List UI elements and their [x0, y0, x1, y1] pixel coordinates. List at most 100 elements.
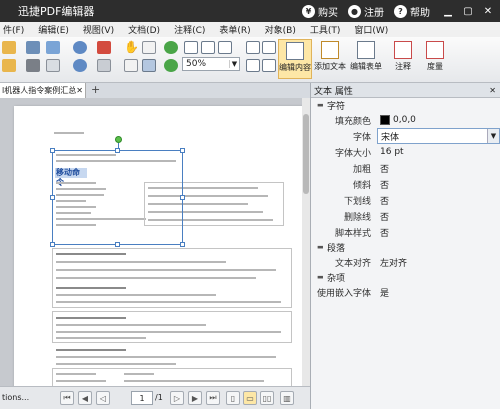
- chevron-down-icon[interactable]: ▼: [487, 129, 499, 143]
- menu-window[interactable]: 窗口(W): [354, 23, 388, 36]
- close-button[interactable]: ✕: [480, 3, 496, 19]
- document-tab-strip: l机器人指令案例汇总 ✕ +: [0, 83, 310, 98]
- facing-view-icon[interactable]: ▯▯: [260, 391, 274, 405]
- select-area-icon[interactable]: [142, 41, 156, 54]
- redo-icon[interactable]: [73, 59, 87, 72]
- email-icon[interactable]: [46, 41, 60, 54]
- resize-handle[interactable]: [50, 148, 55, 153]
- register-link[interactable]: ● 注册: [348, 4, 384, 19]
- resize-handle[interactable]: [50, 195, 55, 200]
- scrollbar-thumb[interactable]: [303, 114, 309, 194]
- selection-box[interactable]: [50, 148, 185, 247]
- zoom-select[interactable]: 50% ▼: [182, 57, 240, 71]
- section-misc[interactable]: ▬ 杂项: [311, 270, 500, 284]
- prop-font[interactable]: 字体 宋体 ▼: [311, 128, 500, 144]
- menu-view[interactable]: 视图(V): [83, 23, 114, 36]
- prev-view-icon[interactable]: ◁: [96, 391, 110, 405]
- copy-icon[interactable]: [97, 59, 111, 72]
- open-folder-icon[interactable]: [2, 41, 16, 54]
- menu-bar: 件(F) 编辑(E) 视图(V) 文档(D) 注释(C) 表单(R) 对象(B)…: [0, 22, 500, 37]
- next-view-icon[interactable]: ▷: [170, 391, 184, 405]
- prop-fill-color[interactable]: 填充颜色 0,0,0: [311, 112, 500, 128]
- color-swatch[interactable]: [380, 115, 390, 125]
- menu-object[interactable]: 对象(B): [265, 23, 296, 36]
- snapshot-icon[interactable]: [142, 59, 156, 72]
- prop-bold[interactable]: 加粗否: [311, 160, 500, 176]
- add-tab-icon[interactable]: +: [91, 83, 100, 96]
- pin-icon[interactable]: ✕: [489, 86, 496, 95]
- close-tab-icon[interactable]: ✕: [76, 86, 85, 95]
- text-line: [54, 132, 84, 134]
- document-tab[interactable]: l机器人指令案例汇总 ✕: [0, 83, 86, 98]
- resize-handle[interactable]: [180, 242, 185, 247]
- edit-content-button[interactable]: 编辑内容: [278, 39, 312, 79]
- chevron-down-icon: ▼: [229, 60, 239, 68]
- prev-page-icon[interactable]: ◀: [78, 391, 92, 405]
- section-paragraph[interactable]: ▬ 段落: [311, 240, 500, 254]
- continuous-view-icon[interactable]: ▭: [243, 391, 257, 405]
- section-font[interactable]: ▬ 字符: [311, 98, 500, 112]
- next-page-icon[interactable]: ▶: [188, 391, 202, 405]
- text-table: [52, 368, 292, 386]
- title-bar: 迅捷PDF编辑器 ¥ 购买 ● 注册 ? 帮助 ▁ ▢ ✕: [0, 0, 500, 22]
- menu-tools[interactable]: 工具(T): [310, 23, 341, 36]
- measure-icon: [426, 41, 444, 59]
- annotate-button[interactable]: 注释: [386, 39, 420, 79]
- hand-tool-icon[interactable]: ✋: [124, 41, 139, 54]
- resize-handle[interactable]: [50, 242, 55, 247]
- prop-italic[interactable]: 倾斜否: [311, 176, 500, 192]
- save-icon[interactable]: [26, 41, 40, 54]
- fit-page-icon[interactable]: [184, 41, 198, 54]
- single-page-view-icon[interactable]: ▯: [226, 391, 240, 405]
- facing-page-icon[interactable]: [262, 41, 276, 54]
- maximize-button[interactable]: ▢: [460, 3, 476, 19]
- document-area: 移动命令: [0, 98, 310, 386]
- rotate-handle[interactable]: [115, 136, 122, 143]
- prop-embed-font[interactable]: 使用嵌入字体是: [311, 284, 500, 300]
- first-page-icon[interactable]: ⏮: [60, 391, 74, 405]
- last-page-icon[interactable]: ⏭: [206, 391, 220, 405]
- buy-link[interactable]: ¥ 购买: [302, 4, 338, 19]
- resize-handle[interactable]: [180, 195, 185, 200]
- scan-icon[interactable]: [46, 59, 60, 72]
- pdf-page[interactable]: 移动命令: [14, 106, 304, 386]
- cover-view-icon[interactable]: ▥: [280, 391, 294, 405]
- menu-file[interactable]: 件(F): [3, 23, 24, 36]
- resize-handle[interactable]: [115, 148, 120, 153]
- help-link[interactable]: ? 帮助: [394, 4, 430, 19]
- measure-button[interactable]: 度量: [418, 39, 452, 79]
- prop-underline[interactable]: 下划线否: [311, 192, 500, 208]
- print-icon[interactable]: [26, 59, 40, 72]
- single-page-icon[interactable]: [246, 41, 260, 54]
- continuous-page-icon[interactable]: [246, 59, 260, 72]
- menu-form[interactable]: 表单(R): [219, 23, 250, 36]
- prop-text-align[interactable]: 文本对齐 左对齐: [311, 254, 500, 270]
- text-line: [124, 380, 264, 382]
- prop-script-style[interactable]: 脚本样式否: [311, 224, 500, 240]
- text-line: [56, 253, 126, 255]
- folder-icon[interactable]: [2, 59, 16, 72]
- zoom-in-icon[interactable]: [164, 41, 178, 54]
- resize-handle[interactable]: [180, 148, 185, 153]
- undo-icon[interactable]: [73, 41, 87, 54]
- edit-form-button[interactable]: 编辑表单: [349, 39, 383, 79]
- vertical-scrollbar[interactable]: [302, 98, 310, 386]
- cut-icon[interactable]: [97, 41, 111, 54]
- menu-edit[interactable]: 编辑(E): [38, 23, 69, 36]
- rotate-icon[interactable]: [164, 59, 178, 72]
- actual-size-icon[interactable]: [218, 41, 232, 54]
- resize-handle[interactable]: [115, 242, 120, 247]
- menu-comment[interactable]: 注释(C): [174, 23, 205, 36]
- options-button[interactable]: tions...: [2, 393, 29, 402]
- page-number-input[interactable]: 1: [131, 391, 153, 405]
- menu-document[interactable]: 文档(D): [128, 23, 160, 36]
- cover-page-icon[interactable]: [262, 59, 276, 72]
- prop-strikethrough[interactable]: 删除线否: [311, 208, 500, 224]
- fit-width-icon[interactable]: [201, 41, 215, 54]
- add-text-button[interactable]: 添加文本: [313, 39, 347, 79]
- minimize-button[interactable]: ▁: [440, 3, 456, 19]
- text-line: [56, 317, 126, 319]
- select-text-icon[interactable]: [124, 59, 138, 72]
- text-line: [56, 261, 226, 263]
- prop-font-size[interactable]: 字体大小 16 pt: [311, 144, 500, 160]
